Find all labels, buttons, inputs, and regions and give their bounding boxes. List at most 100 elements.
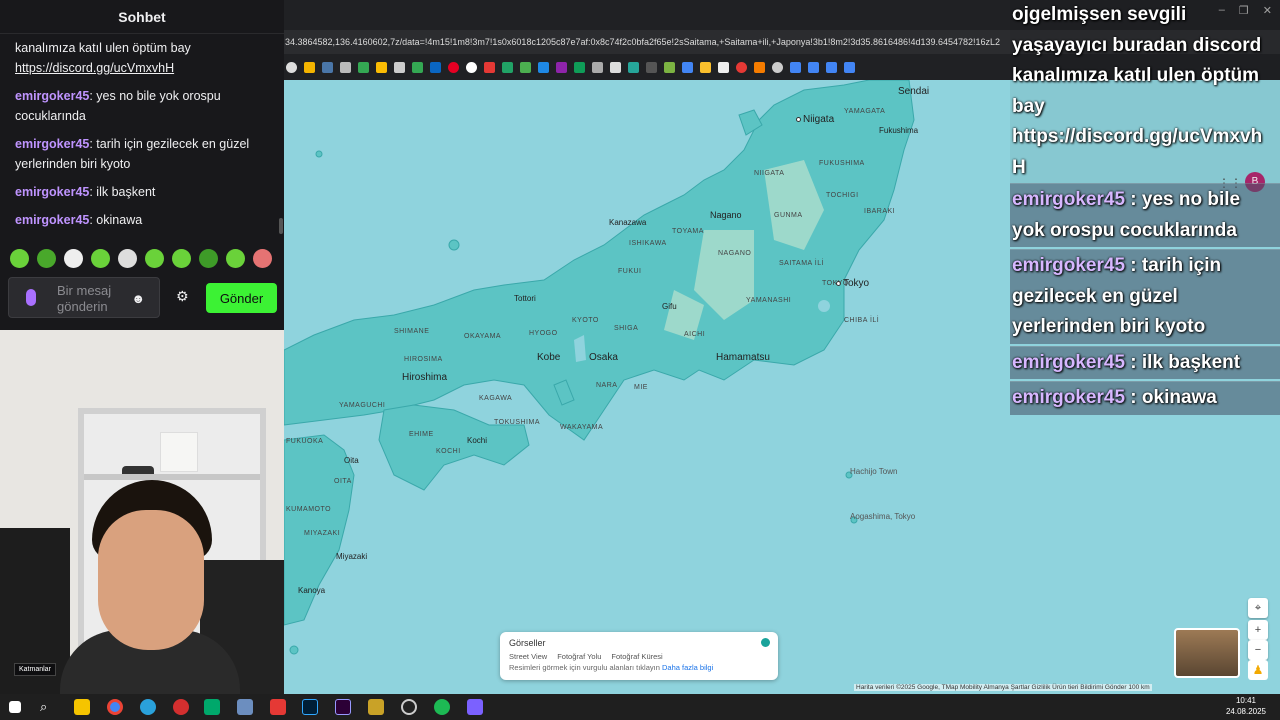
pegman-icon[interactable]: ♟ [1248,660,1268,680]
street-view-thumbnail[interactable] [1174,628,1240,678]
city-label[interactable]: Sendai [898,86,929,97]
app-icon[interactable] [467,699,483,715]
imagery-toggle[interactable] [761,638,770,647]
city-label[interactable]: Aogashima, Tokyo [850,512,915,521]
emote-icon[interactable] [145,249,164,268]
city-label[interactable]: Hachijo Town [850,467,897,476]
bookmark-icon[interactable] [502,61,513,73]
chat-username[interactable]: emirgoker45 [15,89,89,103]
app-icon[interactable] [368,699,384,715]
zoom-in-button[interactable]: + [1248,620,1268,640]
emote-icon[interactable] [64,249,83,268]
emote-icon[interactable] [226,249,245,268]
bookmark-icon[interactable] [556,61,567,73]
bookmark-icon[interactable] [484,61,495,73]
bookmark-icon[interactable] [574,61,585,73]
emote-icon[interactable] [253,249,272,268]
chat-message-text: : okinawa [89,213,143,227]
windows-start-icon[interactable] [9,701,21,713]
bookmark-icon[interactable] [772,61,783,73]
obs-icon[interactable] [401,699,417,715]
city-label[interactable]: Kanazawa [609,218,646,227]
bookmark-icon[interactable] [826,61,837,73]
city-label[interactable]: Niigata [796,114,834,125]
chat-scrollbar[interactable] [279,218,283,234]
system-clock[interactable]: 10:41 24.08.2025 [1226,695,1266,717]
city-label[interactable]: Hamamatsu [716,352,770,363]
bookmark-icon[interactable] [790,61,801,73]
bookmark-icon[interactable] [700,61,711,73]
bookmark-icon[interactable] [844,61,855,73]
chat-username[interactable]: emirgoker45 [15,213,89,227]
zoom-out-button[interactable]: − [1248,640,1268,660]
bookmark-icon[interactable] [808,61,819,73]
city-label[interactable]: Hiroshima [402,372,447,383]
bookmark-icon[interactable] [448,61,459,73]
emote-icon[interactable] [118,249,137,268]
bookmark-icon[interactable] [304,61,315,73]
screen: – ❐ ✕ 34.3864582,136.4160602,7z/data=!4m… [0,0,1280,720]
app-icon[interactable] [237,699,253,715]
overlay-message-text: : ilk başkent [1125,351,1241,373]
search-icon[interactable]: ⌕ [40,699,56,715]
chat-username[interactable]: emirgoker45 [15,137,89,151]
bookmark-icon[interactable] [286,61,297,73]
city-label[interactable]: Nagano [710,210,742,220]
photoshop-icon[interactable] [302,699,318,715]
emote-icon[interactable] [199,249,218,268]
prefecture-label: EHIME [409,431,434,438]
bookmark-icon[interactable] [718,61,729,73]
discord-link[interactable]: https://discord.gg/ucVmxvhH [15,61,174,75]
city-label[interactable]: Tottori [514,294,536,303]
city-label[interactable]: Fukushima [879,126,918,135]
bookmark-icon[interactable] [322,61,333,73]
bookmark-icon[interactable] [754,61,765,73]
bookmark-icon[interactable] [340,61,351,73]
prefecture-label: TOYAMA [672,228,704,235]
telegram-icon[interactable] [140,699,156,715]
emote-icon[interactable] [37,249,56,268]
city-name: Niigata [803,114,835,125]
prefecture-label: ISHIKAWA [629,240,667,247]
bookmark-icon[interactable] [682,61,693,73]
bookmark-icon[interactable] [628,61,639,73]
bookmark-icon[interactable] [394,61,405,73]
audition-icon[interactable] [204,699,220,715]
emote-icon[interactable] [10,249,29,268]
bookmark-icon[interactable] [358,61,369,73]
bookmark-icon[interactable] [376,61,387,73]
bookmark-icon[interactable] [430,61,441,73]
spotify-icon[interactable] [434,699,450,715]
send-button[interactable]: Gönder [206,283,277,313]
gear-icon[interactable]: ⚙ [176,288,189,305]
bookmark-icon[interactable] [646,61,657,73]
bookmark-icon[interactable] [466,61,477,73]
city-label[interactable]: Kochi [467,436,487,445]
bookmark-icon[interactable] [592,61,603,73]
bookmark-icon[interactable] [412,61,423,73]
city-label[interactable]: Kanoya [298,586,325,595]
my-location-button[interactable]: ⌖ [1248,598,1268,618]
premiere-icon[interactable] [335,699,351,715]
chat-input[interactable]: Bir mesaj gönderin ☻ [8,277,160,318]
city-label[interactable]: Kobe [537,352,560,363]
bookmark-icon[interactable] [538,61,549,73]
bookmark-icon[interactable] [664,61,675,73]
bookmark-icon[interactable] [736,61,747,73]
opera-icon[interactable] [173,699,189,715]
chrome-icon[interactable] [107,699,123,715]
bookmark-icon[interactable] [520,61,531,73]
microphone-icon[interactable] [26,289,36,306]
city-label[interactable]: Miyazaki [336,552,367,561]
acrobat-icon[interactable] [270,699,286,715]
bookmark-icon[interactable] [610,61,621,73]
city-label[interactable]: Oita [344,456,359,465]
city-label[interactable]: Gifu [662,302,677,311]
chat-username[interactable]: emirgoker45 [15,185,89,199]
city-label[interactable]: Osaka [589,352,618,363]
file-explorer-icon[interactable] [74,699,90,715]
emoji-icon[interactable]: ☻ [131,291,145,306]
more-info-link[interactable]: Daha fazla bilgi [662,663,713,672]
emote-icon[interactable] [172,249,191,268]
emote-icon[interactable] [91,249,110,268]
